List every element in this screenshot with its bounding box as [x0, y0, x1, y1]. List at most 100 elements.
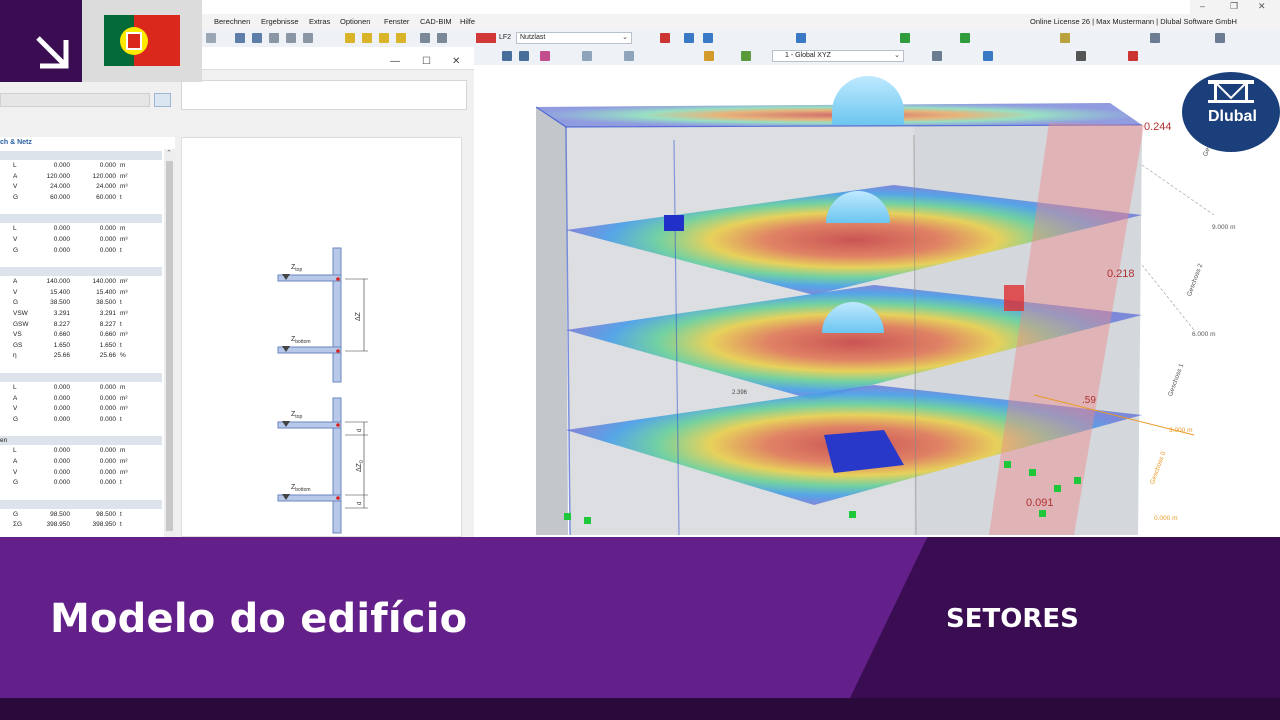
- check-icon[interactable]: [900, 33, 910, 43]
- d-label-top: d: [357, 429, 363, 432]
- load2-icon[interactable]: [362, 33, 372, 43]
- tool-icon[interactable]: [1060, 33, 1070, 43]
- cell-label: G: [13, 479, 19, 487]
- cell-value-1: 140.000: [46, 278, 71, 286]
- scroll-up-icon[interactable]: ⌃: [166, 149, 172, 157]
- table-section-header: [0, 373, 162, 382]
- cell-label: G: [13, 510, 19, 518]
- maximize-icon[interactable]: ❐: [1230, 1, 1238, 12]
- menu-optionen[interactable]: Optionen: [340, 17, 370, 26]
- table-row: A 120.000 120.000 m²: [0, 173, 162, 183]
- table-row: VS 0.660 0.660 m³: [0, 331, 162, 341]
- select2-icon[interactable]: [519, 51, 529, 61]
- cell-label: G: [13, 415, 19, 423]
- z-bottom-label-2: Zbottom: [291, 484, 311, 493]
- cell-label: L: [13, 447, 17, 455]
- tool2-icon[interactable]: [1150, 33, 1160, 43]
- support-icon[interactable]: [660, 33, 670, 43]
- cell-value-2: 0.000: [99, 468, 116, 476]
- undo-icon[interactable]: [206, 33, 216, 43]
- dialog-close-icon[interactable]: ✕: [452, 56, 460, 67]
- load-case-select[interactable]: Nutzlast ⌄: [516, 32, 632, 44]
- table-row: G 38.500 38.500 t: [0, 299, 162, 309]
- tool3-icon[interactable]: [1215, 33, 1225, 43]
- menu-berechnen[interactable]: Berechnen: [214, 17, 250, 26]
- cell-unit: t: [120, 415, 122, 423]
- model-viewport[interactable]: 0.244 0.218 0.091 2.396 .59 9.000 m 6.00…: [474, 65, 1280, 537]
- cell-value-1: 0.000: [53, 384, 70, 391]
- cell-value-2: 15.400: [96, 288, 116, 296]
- display-icon[interactable]: [796, 33, 806, 43]
- load-case-tag: LF2: [499, 34, 512, 41]
- grid3-icon[interactable]: [932, 51, 942, 61]
- result-value-5: .59: [1082, 395, 1096, 406]
- table-row: GSW 8.227 8.227 t: [0, 321, 162, 331]
- view-icon[interactable]: [235, 33, 245, 43]
- member-icon[interactable]: [582, 51, 592, 61]
- cell-unit: m³: [120, 288, 128, 296]
- select-icon[interactable]: [502, 51, 512, 61]
- cell-unit: t: [120, 521, 122, 529]
- section-icon[interactable]: [540, 51, 550, 61]
- coordinate-system-select[interactable]: 1 - Global XYZ ⌄: [772, 50, 904, 62]
- menu-cad-bim[interactable]: CAD-BIM: [420, 17, 452, 26]
- scrollbar-thumb[interactable]: [166, 161, 173, 531]
- minimize-icon[interactable]: –: [1200, 1, 1205, 11]
- print-icon[interactable]: [286, 33, 296, 43]
- cell-value-1: 3.291: [53, 310, 70, 317]
- cell-unit: m: [120, 447, 126, 455]
- peak-patch-1: [664, 215, 684, 231]
- cell-unit: t: [120, 193, 122, 201]
- report-icon[interactable]: [303, 33, 313, 43]
- close-icon[interactable]: ✕: [1258, 1, 1266, 12]
- menu-ergebnisse[interactable]: Ergebnisse: [261, 17, 299, 26]
- edit-icon[interactable]: [154, 93, 171, 107]
- delta-z-label: ΔZ: [355, 311, 362, 321]
- cell-label: A: [13, 394, 18, 402]
- cell-value-1: 98.500: [50, 510, 70, 518]
- cell-value-2: 60.000: [96, 193, 116, 201]
- cell-value-1: 0.000: [53, 415, 70, 423]
- dialog-maximize-icon[interactable]: ☐: [422, 56, 431, 67]
- chart-icon[interactable]: [741, 51, 751, 61]
- delete-icon[interactable]: [1128, 51, 1138, 61]
- cell-unit: t: [120, 320, 122, 328]
- node-bottom: [336, 349, 340, 353]
- load-icon[interactable]: [345, 33, 355, 43]
- z-top-label: Ztop: [291, 264, 302, 273]
- load3-icon[interactable]: [379, 33, 389, 43]
- cell-value-2: 8.227: [99, 320, 116, 328]
- table-row: V 0.000 0.000 m³: [0, 236, 162, 246]
- warning-icon[interactable]: [1076, 51, 1086, 61]
- load4-icon[interactable]: [396, 33, 406, 43]
- cell-value-2: 0.000: [99, 405, 116, 413]
- table-row: G 98.500 98.500 t: [0, 511, 162, 521]
- license-info: Online License 26 | Max Mustermann | Dlu…: [1030, 17, 1237, 26]
- menu-extras[interactable]: Extras: [309, 17, 330, 26]
- member2-icon[interactable]: [624, 51, 634, 61]
- cell-value-1: 60.000: [50, 193, 70, 201]
- table-scrollbar[interactable]: ⌃: [164, 149, 175, 537]
- table-icon[interactable]: [269, 33, 279, 43]
- banner-subtitle: SETORES: [946, 604, 1079, 634]
- view3-icon[interactable]: [983, 51, 993, 61]
- chevron-down-icon: ⌄: [894, 52, 900, 59]
- result-icon[interactable]: [684, 33, 694, 43]
- cell-value-1: 0.000: [53, 447, 70, 455]
- view2-icon[interactable]: [252, 33, 262, 43]
- check2-icon[interactable]: [960, 33, 970, 43]
- level-label-3: 3.000 m: [1169, 427, 1193, 434]
- result2-icon[interactable]: [703, 33, 713, 43]
- cell-label: V: [13, 236, 18, 243]
- menu-fenster[interactable]: Fenster: [384, 17, 409, 26]
- cell-value-1: 0.000: [53, 405, 70, 413]
- name-input[interactable]: [0, 93, 150, 107]
- pen-icon[interactable]: [704, 51, 714, 61]
- cell-unit: m³: [120, 331, 128, 339]
- description-field[interactable]: [181, 80, 467, 110]
- menu-hilfe[interactable]: Hilfe: [460, 17, 475, 26]
- grid-icon[interactable]: [420, 33, 430, 43]
- level-line-2: [1141, 264, 1195, 331]
- dialog-minimize-icon[interactable]: —: [390, 56, 400, 67]
- grid2-icon[interactable]: [437, 33, 447, 43]
